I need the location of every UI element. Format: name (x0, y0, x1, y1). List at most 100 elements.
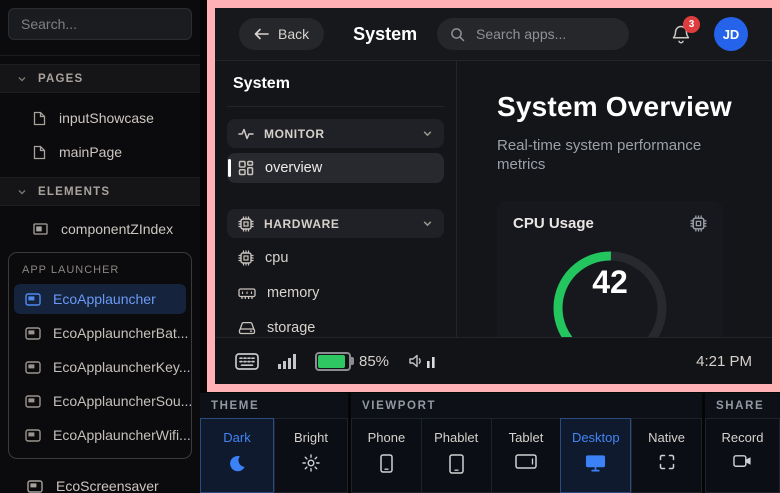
app-nav: System MONITOR (215, 61, 457, 337)
sidebar-item-ecoapplaunchersou[interactable]: EcoApplauncherSou... (14, 386, 186, 416)
activity-icon (238, 128, 254, 140)
sidebar-item-ecoapplauncherwifi[interactable]: EcoApplauncherWifi... (14, 420, 186, 450)
battery-icon (315, 352, 351, 371)
app-search[interactable] (437, 18, 629, 50)
section-label: ELEMENTS (38, 186, 110, 198)
page-subtitle: Real-time system performance metrics (497, 136, 727, 175)
sidebar-item-ecoscreensaver[interactable]: EcoScreensaver (0, 473, 200, 493)
volume-indicator (408, 354, 436, 368)
button-label: Dark (223, 430, 250, 445)
cpu-gauge-value: 42 (550, 264, 670, 301)
cpu-chip-icon (690, 215, 707, 232)
sidebar-search-input[interactable] (8, 8, 192, 40)
chevron-down-icon (422, 128, 433, 139)
theme-dark-button[interactable]: Dark (200, 418, 274, 493)
preview-app: Back System 3 JD (215, 8, 772, 384)
avatar[interactable]: JD (714, 17, 748, 51)
card-title: CPU Usage (513, 215, 594, 232)
section-label: PAGES (38, 73, 83, 85)
item-label: inputShowcase (59, 110, 154, 126)
record-camera-icon (733, 454, 752, 468)
nav-item-overview[interactable]: overview (227, 153, 444, 183)
sidebar-item-ecoapplauncherkey[interactable]: EcoApplauncherKey... (14, 352, 186, 382)
viewport-phone-button[interactable]: Phone (351, 418, 421, 493)
item-label: EcoApplauncherSou... (53, 393, 192, 409)
fullscreen-brackets-icon (659, 454, 675, 470)
sidebar: PAGES inputShowcase mainPage ELEMENTS co… (0, 0, 200, 493)
sidebar-item-inputshowcase[interactable]: inputShowcase (0, 105, 200, 131)
divider (0, 55, 200, 56)
sidebar-section-elements[interactable]: ELEMENTS (0, 177, 200, 206)
phone-icon (380, 454, 393, 473)
notification-badge: 3 (683, 16, 700, 33)
viewport-phablet-button[interactable]: Phablet (421, 418, 491, 493)
sidebar-section-pages[interactable]: PAGES (0, 64, 200, 93)
app-launcher-label: APP LAUNCHER (14, 258, 186, 280)
phablet-icon (449, 454, 464, 474)
viewport-group-label: VIEWPORT (351, 393, 702, 418)
app-window-icon (25, 429, 41, 442)
app-window-icon (27, 480, 43, 493)
chevron-down-icon (422, 218, 433, 229)
sun-icon (302, 454, 320, 472)
file-icon (33, 145, 46, 160)
cpu-gauge: 42 (550, 248, 670, 337)
nav-group-monitor[interactable]: MONITOR (227, 119, 444, 148)
memory-icon (238, 287, 256, 300)
storage-drive-icon (238, 321, 256, 335)
keyboard-icon[interactable] (235, 353, 259, 370)
bottom-toolbar: THEME Dark Bright VIEWPORT (200, 393, 780, 493)
sidebar-item-componentzindex[interactable]: componentZIndex (0, 216, 200, 242)
battery-percent: 85% (359, 353, 389, 370)
group-label: HARDWARE (264, 217, 339, 231)
nav-item-storage[interactable]: storage (227, 313, 444, 343)
button-label: Phablet (434, 430, 478, 445)
notifications-button[interactable]: 3 (671, 24, 691, 45)
item-label: EcoScreensaver (56, 478, 159, 493)
search-icon (450, 27, 465, 42)
dashboard-grid-icon (238, 160, 254, 176)
chevron-down-icon (17, 74, 27, 84)
cpu-chip-icon (238, 250, 254, 266)
sidebar-item-ecoapplauncher[interactable]: EcoApplauncher (14, 284, 186, 314)
arrow-left-icon (254, 28, 269, 40)
app-search-input[interactable] (474, 25, 616, 43)
nav-item-label: overview (265, 160, 322, 176)
sidebar-item-mainpage[interactable]: mainPage (0, 139, 200, 165)
app-content: System Overview Real-time system perform… (457, 61, 772, 337)
item-label: EcoApplauncher (53, 291, 156, 307)
group-label: MONITOR (264, 127, 325, 141)
back-button[interactable]: Back (239, 18, 324, 50)
nav-item-memory[interactable]: memory (227, 278, 444, 308)
app-statusbar: 85% 4:21 PM (215, 337, 772, 384)
viewport-native-button[interactable]: Native (631, 418, 702, 493)
item-label: EcoApplauncherKey... (53, 359, 191, 375)
nav-item-cpu[interactable]: cpu (227, 243, 444, 273)
share-group-label: SHARE (705, 393, 780, 418)
theme-group-label: THEME (200, 393, 348, 418)
battery-indicator: 85% (315, 352, 389, 371)
nav-item-label: storage (267, 320, 315, 336)
tablet-icon (515, 454, 537, 469)
app-body: System MONITOR (215, 61, 772, 337)
nav-group-hardware[interactable]: HARDWARE (227, 209, 444, 238)
item-label: mainPage (59, 144, 122, 160)
button-label: Desktop (572, 430, 620, 445)
nav-item-label: cpu (265, 250, 288, 266)
viewport-desktop-button[interactable]: Desktop (560, 418, 631, 493)
volume-bars-icon (427, 356, 436, 368)
nav-title: System (227, 75, 444, 107)
moon-icon (228, 454, 247, 473)
desktop-monitor-icon (585, 454, 606, 472)
chevron-down-icon (17, 187, 27, 197)
speaker-icon (408, 354, 424, 368)
app-window-icon (25, 327, 41, 340)
share-record-button[interactable]: Record (705, 418, 780, 493)
theme-bright-button[interactable]: Bright (274, 418, 348, 493)
item-label: EcoApplauncherBat... (53, 325, 188, 341)
sidebar-item-ecoapplauncherbat[interactable]: EcoApplauncherBat... (14, 318, 186, 348)
app-title: System (353, 24, 417, 45)
app-launcher-group: APP LAUNCHER EcoApplauncher EcoApplaunch… (8, 252, 192, 459)
viewport-tablet-button[interactable]: Tablet (491, 418, 561, 493)
button-label: Bright (294, 430, 328, 445)
